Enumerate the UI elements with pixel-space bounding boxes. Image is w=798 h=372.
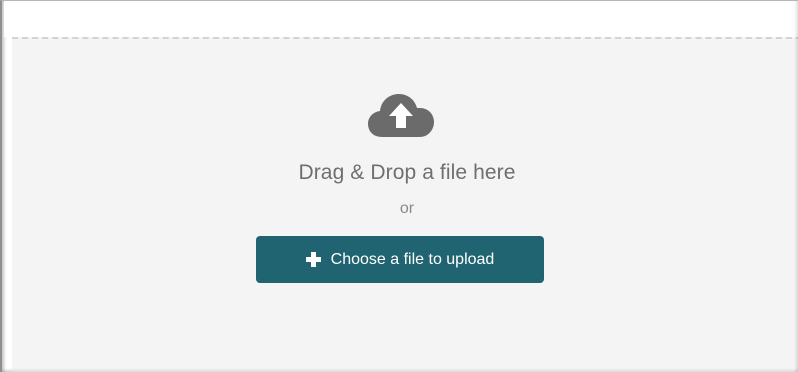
drop-instruction: Drag & Drop a file here [298,161,516,184]
top-bar [4,1,798,37]
choose-file-label: Choose a file to upload [330,250,495,268]
drop-zone[interactable]: Drag & Drop a file here or Choose a file… [12,37,798,372]
plus-icon [305,252,321,267]
or-separator: or [399,200,415,217]
cloud-upload-icon [368,94,434,137]
upload-panel: Drag & Drop a file here or Choose a file… [0,0,798,372]
panel-shadow-right [794,1,798,372]
panel-shadow-bottom [2,368,798,372]
choose-file-button[interactable]: Choose a file to upload [256,236,544,283]
